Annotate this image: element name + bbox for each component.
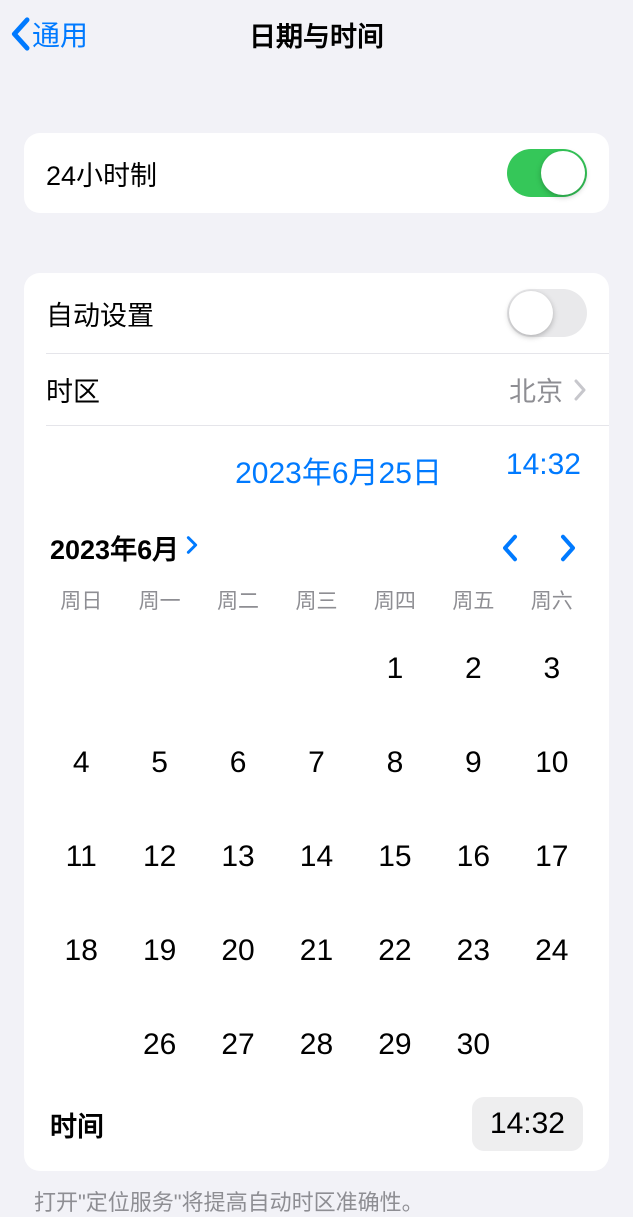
day-cell[interactable]: 26 xyxy=(120,1017,198,1073)
day-cell[interactable]: 13 xyxy=(199,829,277,885)
calendar: 2023年6月 周日周一周二周三周四周五周六 12345678910111213… xyxy=(24,514,609,1171)
page-title: 日期与时间 xyxy=(0,15,633,54)
weekday-label: 周日 xyxy=(42,585,120,615)
back-label: 通用 xyxy=(32,14,88,54)
chevron-right-icon xyxy=(573,378,587,402)
switch-knob xyxy=(541,151,585,195)
day-cell[interactable]: 7 xyxy=(277,735,355,791)
selected-date[interactable]: 2023年6月25日 xyxy=(235,448,442,492)
time-picker-button[interactable]: 14:32 xyxy=(472,1097,583,1151)
row-selected-datetime: 2023年6月25日 14:32 xyxy=(46,425,609,514)
month-picker-button[interactable]: 2023年6月 xyxy=(50,528,199,567)
selected-time[interactable]: 14:32 xyxy=(506,448,581,492)
day-cell[interactable]: 16 xyxy=(434,829,512,885)
day-cell[interactable]: 1 xyxy=(356,641,434,697)
day-empty xyxy=(199,641,277,697)
day-cell[interactable]: 5 xyxy=(120,735,198,791)
day-cell[interactable]: 9 xyxy=(434,735,512,791)
day-cell[interactable]: 30 xyxy=(434,1017,512,1073)
day-cell[interactable]: 14 xyxy=(277,829,355,885)
header: 通用 日期与时间 xyxy=(0,0,633,68)
day-cell[interactable]: 18 xyxy=(42,923,120,979)
row-auto-set: 自动设置 xyxy=(24,273,609,353)
group-24h: 24小时制 xyxy=(24,133,609,213)
month-nav xyxy=(501,533,583,563)
row-timezone[interactable]: 时区 北京 xyxy=(46,353,609,425)
day-cell[interactable]: 3 xyxy=(513,641,591,697)
day-cell[interactable]: 4 xyxy=(42,735,120,791)
weekday-label: 周二 xyxy=(199,585,277,615)
day-cell[interactable]: 27 xyxy=(199,1017,277,1073)
switch-24h[interactable] xyxy=(507,149,587,197)
time-label: 时间 xyxy=(50,1105,104,1144)
row-timezone-label: 时区 xyxy=(46,370,100,409)
weekday-label: 周四 xyxy=(356,585,434,615)
calendar-header: 2023年6月 xyxy=(42,524,591,585)
day-cell[interactable]: 29 xyxy=(356,1017,434,1073)
prev-month-button[interactable] xyxy=(501,533,519,563)
chevron-left-icon xyxy=(10,17,30,51)
chevron-right-icon xyxy=(185,532,199,563)
day-cell[interactable]: 6 xyxy=(199,735,277,791)
weekday-label: 周六 xyxy=(513,585,591,615)
day-cell[interactable]: 19 xyxy=(120,923,198,979)
day-cell[interactable]: 20 xyxy=(199,923,277,979)
day-cell[interactable]: 24 xyxy=(513,923,591,979)
day-cell[interactable]: 21 xyxy=(277,923,355,979)
footer-note: 打开"定位服务"将提高自动时区准确性。 xyxy=(0,1171,633,1217)
weekday-label: 周三 xyxy=(277,585,355,615)
day-cell[interactable]: 28 xyxy=(277,1017,355,1073)
day-cell[interactable]: 12 xyxy=(120,829,198,885)
day-cell[interactable]: 23 xyxy=(434,923,512,979)
row-auto-set-label: 自动设置 xyxy=(46,294,154,333)
day-empty xyxy=(120,641,198,697)
switch-knob xyxy=(509,291,553,335)
day-cell[interactable]: 8 xyxy=(356,735,434,791)
day-cell[interactable]: 22 xyxy=(356,923,434,979)
month-label: 2023年6月 xyxy=(50,528,179,567)
next-month-button[interactable] xyxy=(559,533,577,563)
timezone-value: 北京 xyxy=(509,370,563,409)
time-row: 时间 14:32 xyxy=(42,1091,591,1153)
row-24h: 24小时制 xyxy=(24,133,609,213)
weekday-label: 周五 xyxy=(434,585,512,615)
group-datetime: 自动设置 时区 北京 2023年6月25日 14:32 2023年6月 xyxy=(24,273,609,1171)
switch-auto-set[interactable] xyxy=(507,289,587,337)
back-button[interactable]: 通用 xyxy=(0,14,88,54)
day-cell[interactable]: 15 xyxy=(356,829,434,885)
day-empty xyxy=(277,641,355,697)
row-timezone-right: 北京 xyxy=(509,370,587,409)
day-cell[interactable]: 10 xyxy=(513,735,591,791)
day-cell[interactable]: 11 xyxy=(42,829,120,885)
day-cell[interactable]: 25 xyxy=(42,1017,120,1073)
days-grid: 1234567891011121314151617181920212223242… xyxy=(42,623,591,1091)
row-24h-label: 24小时制 xyxy=(46,154,157,193)
weekday-label: 周一 xyxy=(120,585,198,615)
day-cell[interactable]: 17 xyxy=(513,829,591,885)
weekday-row: 周日周一周二周三周四周五周六 xyxy=(42,585,591,623)
day-cell[interactable]: 2 xyxy=(434,641,512,697)
day-empty xyxy=(42,641,120,697)
